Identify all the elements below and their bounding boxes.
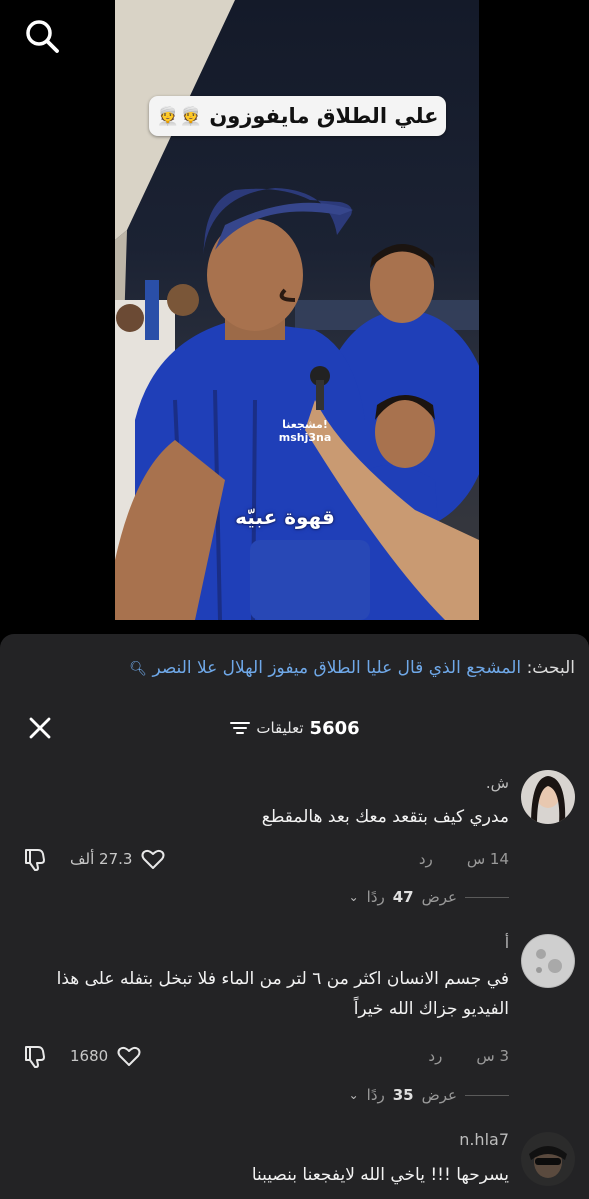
close-button[interactable] xyxy=(26,714,54,742)
search-button[interactable] xyxy=(22,16,62,56)
comment-text: مدري كيف بتقعد معك بعد هالمقطع xyxy=(261,807,509,827)
view-replies-suffix: ردًا xyxy=(366,888,385,906)
filter-icon xyxy=(230,722,251,734)
comment-meta: 3 س رد xyxy=(428,1047,509,1067)
view-replies-count: 47 xyxy=(392,888,414,906)
chevron-down-icon: ⌄ xyxy=(348,1088,359,1102)
view-replies-button[interactable]: عرض 47 ردًا ⌄ xyxy=(349,886,509,908)
comment-text: يسرحها !!! ياخي الله لايفجعنا بنصيبنا xyxy=(251,1165,509,1185)
reply-button[interactable]: رد xyxy=(428,1047,442,1067)
view-replies-count: 35 xyxy=(392,1086,414,1104)
comment-text: في جسم الانسان اكثر من ٦ لتر من الماء فل… xyxy=(56,969,509,1019)
comment-count-number: 5606 xyxy=(309,717,360,739)
replies-divider xyxy=(465,896,509,898)
comments-header: 5606 تعليقات xyxy=(0,710,589,746)
avatar[interactable] xyxy=(521,1132,575,1186)
video-caption: علي الطلاق مايفوزون 👳👳 xyxy=(149,96,446,136)
avatar-image xyxy=(521,1132,575,1186)
dislike-icon[interactable] xyxy=(22,1043,48,1069)
close-icon xyxy=(29,717,51,739)
comment-item: ش. مدري كيف بتقعد معك بعد هالمقطع 14 س ر… xyxy=(0,770,589,920)
comment-meta: 14 س رد xyxy=(419,850,509,870)
like-count: 1680 xyxy=(70,1047,109,1065)
comment-time: 14 س xyxy=(466,850,509,868)
dislike-icon[interactable] xyxy=(22,846,48,872)
avatar-image xyxy=(521,770,575,824)
comment-time: 3 س xyxy=(476,1047,509,1065)
avatar[interactable] xyxy=(521,770,575,824)
comment-username[interactable]: ش. xyxy=(486,774,509,792)
search-icon xyxy=(26,20,59,53)
comment-username[interactable]: n.hla7 xyxy=(459,1130,509,1149)
view-replies-prefix: عرض xyxy=(421,888,457,906)
view-replies-button[interactable]: عرض 35 ردًا ⌄ xyxy=(349,1084,509,1106)
search-prefix: البحث: xyxy=(526,658,575,678)
comment-count[interactable]: 5606 تعليقات xyxy=(200,716,390,740)
avatar-image xyxy=(521,934,575,988)
replies-divider xyxy=(465,1094,509,1096)
video-watermark: قهوة عبيّه xyxy=(235,505,335,529)
comment-item: n.hla7 يسرحها !!! ياخي الله لايفجعنا بنص… xyxy=(0,1130,589,1199)
comment-reactions: 1680 xyxy=(22,1043,142,1069)
related-search-link[interactable]: البحث: المشجع الذي قال عليا الطلاق ميفوز… xyxy=(15,658,575,684)
search-query[interactable]: المشجع الذي قال عليا الطلاق ميفوز الهلال… xyxy=(152,658,521,678)
chevron-down-icon: ⌄ xyxy=(348,890,359,904)
mic-logo-text: مشجعنا! mshj3na xyxy=(278,418,332,444)
avatar[interactable] xyxy=(521,934,575,988)
heart-icon[interactable] xyxy=(140,846,166,872)
reply-button[interactable]: رد xyxy=(419,850,433,870)
video-player[interactable]: علي الطلاق مايفوزون 👳👳 مشجعنا! mshj3na ق… xyxy=(0,0,589,640)
comment-reactions: 27.3 ألف xyxy=(22,846,166,872)
comments-sheet: البحث: المشجع الذي قال عليا الطلاق ميفوز… xyxy=(0,634,589,1199)
caption-emoji: 👳👳 xyxy=(156,105,204,127)
comment-username[interactable]: أ xyxy=(505,934,509,952)
view-replies-prefix: عرض xyxy=(421,1086,457,1104)
view-replies-suffix: ردًا xyxy=(366,1086,385,1104)
like-count: 27.3 ألف xyxy=(70,850,133,868)
heart-icon[interactable] xyxy=(116,1043,142,1069)
search-icon: 🔍︎ xyxy=(129,661,148,677)
comment-count-label: تعليقات xyxy=(256,719,304,737)
comment-item: أ في جسم الانسان اكثر من ٦ لتر من الماء … xyxy=(0,934,589,1114)
caption-text: علي الطلاق مايفوزون xyxy=(209,104,439,128)
